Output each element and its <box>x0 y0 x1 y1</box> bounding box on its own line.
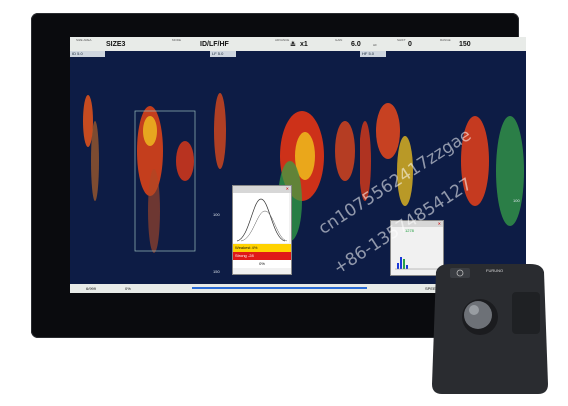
popup-a-titlebar: ✕ <box>233 186 291 193</box>
playback-progress-bar[interactable] <box>192 287 367 289</box>
close-icon-b[interactable]: ✕ <box>438 221 441 226</box>
sounder-screen: SIZE AREA SIZE3 MODE ID/LF/HF ADVANCE ≛ … <box>70 37 526 293</box>
bottom-discrimination-popup[interactable]: ✕ Weakest 4% Strong -28 0% <box>232 185 292 275</box>
shift-label: SHIFT <box>397 38 406 42</box>
percent-value: 0% <box>125 286 131 291</box>
shift-value[interactable]: 0 <box>408 41 412 48</box>
mode-label: MODE <box>172 38 181 42</box>
panel-hf-value: 5.0 <box>368 51 375 56</box>
top-status-bar: SIZE AREA SIZE3 MODE ID/LF/HF ADVANCE ≛ … <box>70 37 526 51</box>
panel-id-header: ID 5.0 <box>70 51 105 57</box>
trackball-controller[interactable]: FURUNO <box>430 262 550 397</box>
advance-label: ADVANCE <box>275 38 290 42</box>
depth-tick-100-right: 100 <box>513 198 520 203</box>
echogram-id <box>83 95 196 253</box>
panel-id-label: ID <box>72 51 76 56</box>
gain-unit: HF <box>373 43 377 47</box>
mode-value[interactable]: ID/LF/HF <box>200 41 229 48</box>
counter-value: 6/999 <box>86 286 97 291</box>
size-area-value[interactable]: SIZE3 <box>106 41 125 48</box>
depth-tick-100: 100 <box>213 212 220 217</box>
panel-id-value: 5.0 <box>77 51 83 56</box>
range-label: RANGE <box>440 38 451 42</box>
popup-a-row1: Weakest 4% <box>233 244 291 252</box>
trackball-body <box>432 264 548 394</box>
depth-tick-150: 150 <box>213 269 220 274</box>
panel-hf-header: HF 5.0 <box>360 51 386 57</box>
close-icon[interactable]: ✕ <box>286 186 289 191</box>
echogram-panel-id[interactable]: ID 5.0 <box>70 51 210 284</box>
advance-icon: ≛ <box>290 42 296 49</box>
panel-hf-label: HF <box>362 51 368 56</box>
panel-lf-header: LF 5.0 <box>210 51 236 57</box>
panel-lf-label: LF <box>212 51 217 56</box>
popup-a-row3: 0% <box>233 260 291 268</box>
popup-a-row2: Strong -28 <box>233 252 291 260</box>
popup-a-row2-value: -28 <box>247 253 254 258</box>
popup-a-row1-value: 4% <box>251 245 258 250</box>
popup-a-row1-label: Weakest <box>235 245 251 250</box>
brand-logo: FURUNO <box>486 268 504 273</box>
range-value[interactable]: 150 <box>459 41 471 48</box>
distribution-curve <box>233 193 289 243</box>
popup-a-row2-label: Strong <box>235 253 247 258</box>
gain-value[interactable]: 6.0 <box>351 41 361 48</box>
advance-value[interactable]: x1 <box>300 41 308 48</box>
panel-lf-value: 5.0 <box>217 51 224 56</box>
size-area-label: SIZE AREA <box>76 38 92 42</box>
gain-label: GAIN <box>335 38 343 42</box>
